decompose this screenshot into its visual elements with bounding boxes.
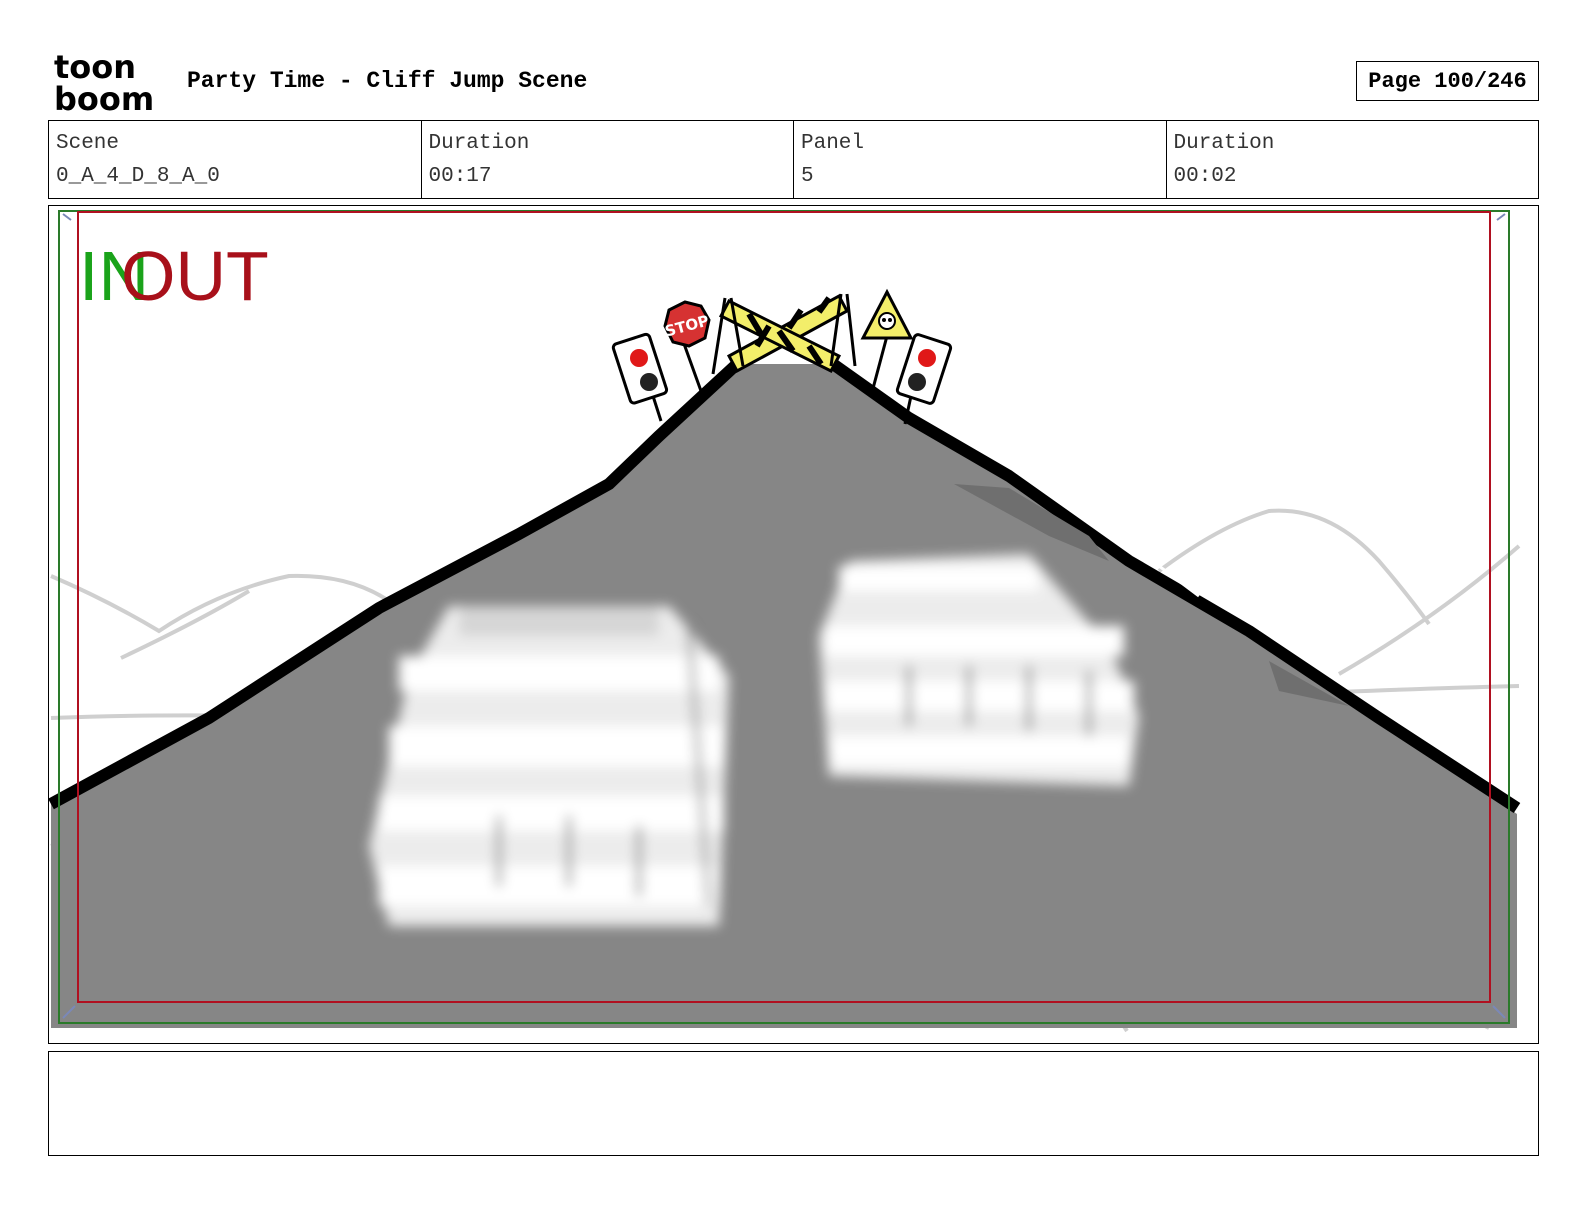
out-marker: OUT — [121, 237, 269, 315]
scene-label: Scene — [56, 132, 120, 155]
scene-value: 0_A_4_D_8_A_0 — [56, 165, 220, 188]
document-title: Party Time - Cliff Jump Scene — [187, 68, 588, 94]
panel-artwork: STOP — [49, 206, 1538, 1043]
panel-duration-value: 00:02 — [1173, 165, 1237, 188]
logo-bottom-text: boom — [54, 80, 154, 112]
scene-duration-cell: Duration 00:17 — [422, 121, 794, 198]
panel-cell: Panel 5 — [794, 121, 1167, 198]
blurred-car-left — [369, 606, 729, 926]
panel-duration-cell: Duration 00:02 — [1167, 121, 1539, 198]
page-number: Page 100/246 — [1356, 61, 1539, 101]
panel-value: 5 — [801, 165, 814, 188]
in-out-markers: IN OUT — [79, 236, 279, 316]
toonboom-logo: toon boom — [52, 50, 164, 112]
skull-icon — [878, 312, 896, 330]
panel-notes[interactable] — [48, 1051, 1539, 1156]
panel-label: Panel — [801, 132, 865, 155]
scene-duration-label: Duration — [428, 132, 530, 155]
scene-info-table: Scene 0_A_4_D_8_A_0 Duration 00:17 Panel… — [48, 120, 1539, 199]
storyboard-panel: STOP IN OUT — [48, 205, 1539, 1044]
scene-duration-value: 00:17 — [428, 165, 492, 188]
panel-duration-label: Duration — [1173, 132, 1275, 155]
scene-cell: Scene 0_A_4_D_8_A_0 — [49, 121, 422, 198]
